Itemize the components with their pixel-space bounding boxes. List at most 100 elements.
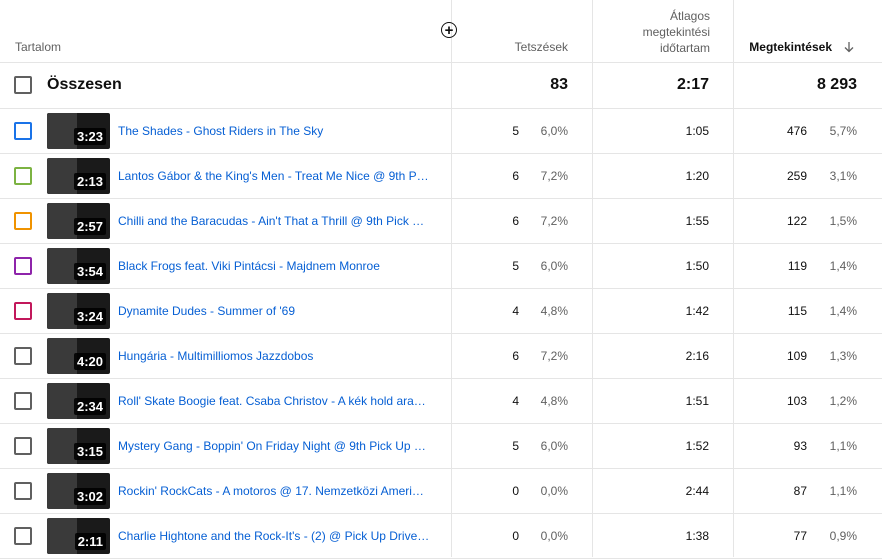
likes-percent: 7,2% [540, 349, 568, 363]
video-title-link[interactable]: Roll' Skate Boogie feat. Csaba Christov … [118, 394, 444, 408]
header-likes[interactable]: Tetszések [515, 40, 568, 54]
avg-duration: 1:51 [685, 394, 709, 408]
avg-duration: 1:52 [685, 439, 709, 453]
likes-count: 6 [512, 349, 519, 363]
video-thumbnail[interactable]: 2:57 [47, 203, 110, 239]
avg-duration: 1:42 [685, 304, 709, 318]
total-likes: 83 [550, 76, 568, 93]
thumbnail-image [47, 473, 77, 509]
views-percent: 1,3% [829, 349, 857, 363]
views-percent: 5,7% [829, 124, 857, 138]
likes-percent: 7,2% [540, 169, 568, 183]
table-row[interactable]: 2:13 Lantos Gábor & the King's Men - Tre… [0, 154, 882, 199]
video-thumbnail[interactable]: 2:11 [47, 518, 110, 554]
thumbnail-image [47, 203, 77, 239]
table-row[interactable]: 3:23 The Shades - Ghost Riders in The Sk… [0, 109, 882, 154]
thumbnail-image [47, 338, 77, 374]
avg-duration: 2:44 [685, 484, 709, 498]
video-title-link[interactable]: Rockin' RockCats - A motoros @ 17. Nemze… [118, 484, 444, 498]
plus-circle-icon[interactable]: + [441, 22, 457, 38]
views-count: 119 [787, 259, 807, 273]
views-percent: 1,5% [829, 214, 857, 228]
likes-percent: 4,8% [540, 304, 568, 318]
header-avg-duration-line3: időtartam [659, 41, 710, 55]
video-thumbnail[interactable]: 2:34 [47, 383, 110, 419]
likes-count: 6 [512, 214, 519, 228]
likes-count: 4 [512, 304, 519, 318]
views-count: 115 [787, 304, 807, 318]
views-percent: 1,4% [829, 304, 857, 318]
row-checkbox[interactable] [14, 122, 32, 140]
video-thumbnail[interactable]: 4:20 [47, 338, 110, 374]
views-count: 77 [793, 529, 807, 543]
avg-duration: 1:55 [685, 214, 709, 228]
likes-count: 5 [512, 259, 519, 273]
row-checkbox[interactable] [14, 212, 32, 230]
likes-percent: 0,0% [540, 484, 568, 498]
table-row[interactable]: 3:02 Rockin' RockCats - A motoros @ 17. … [0, 469, 882, 514]
header-avg-duration-line1: Átlagos [669, 9, 710, 23]
video-title-link[interactable]: Black Frogs feat. Viki Pintácsi - Majdne… [118, 259, 444, 273]
views-count: 93 [793, 439, 807, 453]
row-checkbox[interactable] [14, 482, 32, 500]
video-thumbnail[interactable]: 3:54 [47, 248, 110, 284]
video-thumbnail[interactable]: 3:02 [47, 473, 110, 509]
total-views: 8 293 [816, 76, 857, 93]
likes-percent: 6,0% [540, 439, 568, 453]
select-all-checkbox[interactable] [14, 76, 32, 94]
video-thumbnail[interactable]: 3:23 [47, 113, 110, 149]
video-title-link[interactable]: Chilli and the Baracudas - Ain't That a … [118, 214, 444, 228]
table-row[interactable]: 2:34 Roll' Skate Boogie feat. Csaba Chri… [0, 379, 882, 424]
table-row[interactable]: 3:15 Mystery Gang - Boppin' On Friday Ni… [0, 424, 882, 469]
thumbnail-image [47, 113, 77, 149]
duration-badge: 3:24 [73, 308, 106, 325]
arrow-down-icon[interactable] [844, 41, 854, 53]
duration-badge: 4:20 [73, 353, 106, 370]
thumbnail-image [47, 518, 77, 554]
header-avg-duration[interactable]: Átlagos megtekintési időtartam [594, 8, 710, 56]
row-checkbox[interactable] [14, 347, 32, 365]
row-checkbox[interactable] [14, 257, 32, 275]
video-title-link[interactable]: Lantos Gábor & the King's Men - Treat Me… [118, 169, 444, 183]
header-content: Tartalom [15, 40, 62, 54]
avg-duration: 1:05 [685, 124, 709, 138]
row-checkbox[interactable] [14, 392, 32, 410]
video-thumbnail[interactable]: 3:15 [47, 428, 110, 464]
row-checkbox[interactable] [14, 302, 32, 320]
likes-percent: 6,0% [540, 124, 568, 138]
row-checkbox[interactable] [14, 437, 32, 455]
thumbnail-image [47, 383, 77, 419]
total-label: Összesen [47, 76, 122, 93]
views-percent: 1,1% [829, 484, 857, 498]
avg-duration: 1:38 [685, 529, 709, 543]
views-percent: 3,1% [829, 169, 857, 183]
header-views[interactable]: Megtekintések [749, 40, 832, 54]
likes-percent: 6,0% [540, 259, 568, 273]
likes-count: 4 [512, 394, 519, 408]
video-thumbnail[interactable]: 2:13 [47, 158, 110, 194]
views-count: 259 [786, 169, 807, 183]
table-row[interactable]: 4:20 Hungária - Multimilliomos Jazzdobos… [0, 334, 882, 379]
likes-percent: 7,2% [540, 214, 568, 228]
views-percent: 1,4% [829, 259, 857, 273]
avg-duration: 1:50 [685, 259, 709, 273]
views-percent: 1,2% [829, 394, 857, 408]
table-row[interactable]: 2:11 Charlie Hightone and the Rock-It's … [0, 514, 882, 559]
likes-count: 0 [512, 484, 519, 498]
video-title-link[interactable]: Mystery Gang - Boppin' On Friday Night @… [118, 439, 444, 453]
video-title-link[interactable]: Charlie Hightone and the Rock-It's - (2)… [118, 529, 444, 543]
total-avg-duration: 2:17 [676, 76, 709, 93]
table-row[interactable]: 3:24 Dynamite Dudes - Summer of '69 4 4,… [0, 289, 882, 334]
likes-count: 6 [512, 169, 519, 183]
video-title-link[interactable]: Dynamite Dudes - Summer of '69 [118, 304, 444, 318]
avg-duration: 1:20 [685, 169, 709, 183]
table-row[interactable]: 3:54 Black Frogs feat. Viki Pintácsi - M… [0, 244, 882, 289]
row-checkbox[interactable] [14, 527, 32, 545]
video-title-link[interactable]: Hungária - Multimilliomos Jazzdobos [118, 349, 444, 363]
views-percent: 0,9% [829, 529, 857, 543]
video-thumbnail[interactable]: 3:24 [47, 293, 110, 329]
video-title-link[interactable]: The Shades - Ghost Riders in The Sky [118, 124, 444, 138]
table-row[interactable]: 2:57 Chilli and the Baracudas - Ain't Th… [0, 199, 882, 244]
likes-percent: 4,8% [540, 394, 568, 408]
row-checkbox[interactable] [14, 167, 32, 185]
